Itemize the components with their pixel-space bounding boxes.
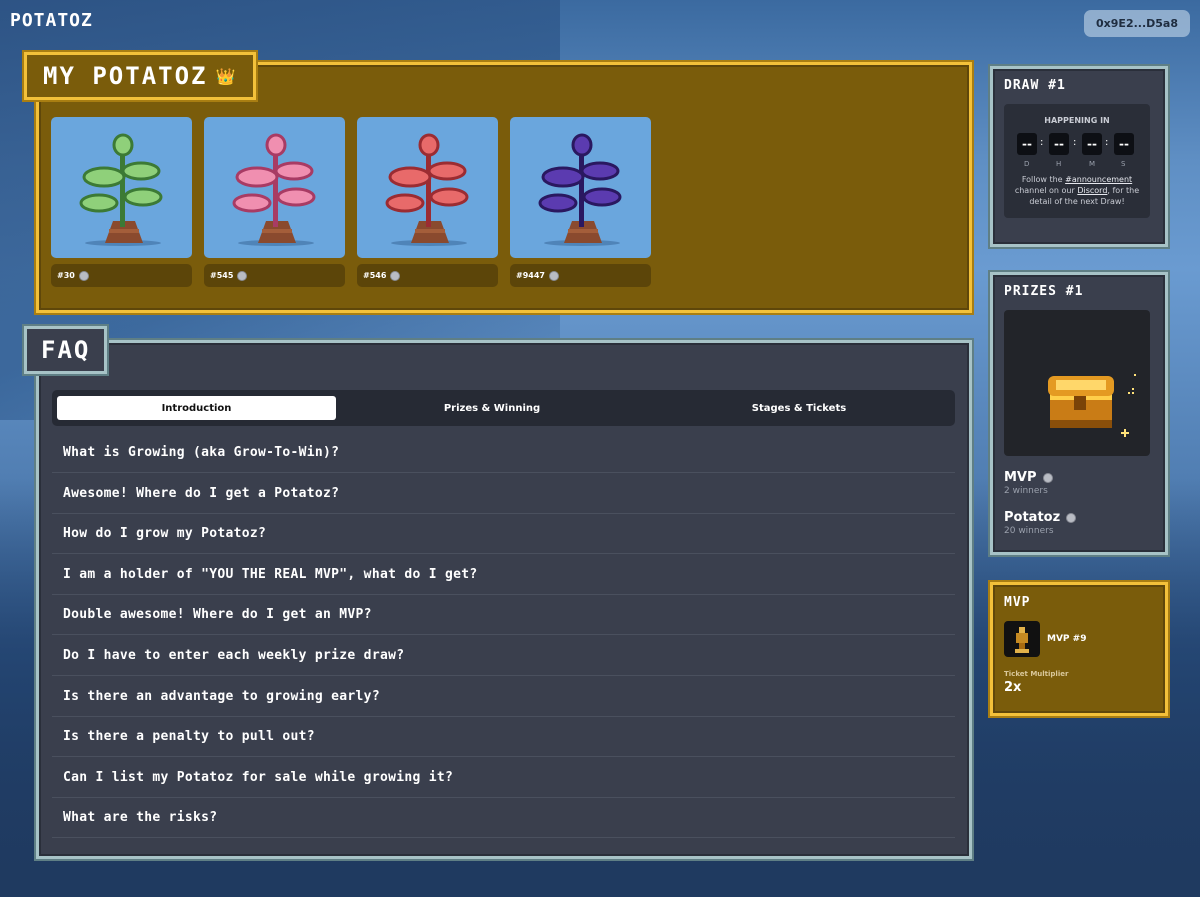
unit-hours: H	[1056, 160, 1062, 168]
sprout-icon	[79, 133, 163, 246]
countdown-hours: --	[1049, 133, 1069, 155]
potatoz-id: #546	[363, 271, 387, 280]
unit-days: D	[1024, 160, 1030, 168]
faq-question[interactable]: What is Growing (aka Grow-To-Win)?	[52, 433, 955, 473]
discord-link[interactable]: Discord	[1077, 186, 1107, 195]
ticket-multiplier-label: Ticket Multiplier	[1004, 670, 1069, 678]
wallet-address-button[interactable]: 0x9E2...D5a8	[1084, 10, 1190, 37]
faq-question[interactable]: Double awesome! Where do I get an MVP?	[52, 595, 955, 636]
faq-question[interactable]: Can I list my Potatoz for sale while gro…	[52, 758, 955, 798]
my-potatoz-title-tab: MY POTATOZ 👑	[24, 52, 257, 100]
draw-title: DRAW #1	[1004, 78, 1066, 93]
potatoz-id: #30	[57, 271, 75, 280]
ticket-multiplier-value: 2x	[1004, 680, 1022, 695]
potatoz-image[interactable]	[510, 117, 651, 258]
happening-in-label: HAPPENING IN	[1044, 116, 1110, 125]
treasure-chest-icon	[1048, 374, 1136, 437]
unit-seconds: S	[1121, 160, 1126, 168]
prize-potatoz-name: Potatoz	[1004, 510, 1077, 525]
tab-introduction[interactable]: Introduction	[57, 396, 336, 420]
my-potatoz-title: MY POTATOZ	[43, 62, 208, 90]
sprout-icon	[385, 133, 469, 246]
draw-note-text: channel on our	[1014, 186, 1075, 195]
trophy-icon	[1015, 627, 1029, 653]
prize-image-box	[1004, 310, 1150, 456]
potatoz-card[interactable]: #9447	[510, 117, 651, 287]
app-logo[interactable]: POTATOZ	[10, 10, 93, 31]
mvp-item-name: MVP #9	[1047, 634, 1087, 644]
countdown-separator: :	[1040, 137, 1044, 148]
potatoz-caption: #9447	[510, 264, 651, 287]
sprout-icon	[232, 133, 316, 246]
potatoz-card[interactable]: #545	[204, 117, 345, 287]
countdown-seconds: --	[1114, 133, 1134, 155]
countdown-minutes: --	[1082, 133, 1102, 155]
mvp-thumbnail[interactable]	[1004, 621, 1040, 657]
faq-question[interactable]: Awesome! Where do I get a Potatoz?	[52, 474, 955, 514]
faq-tab-bar: Introduction Prizes & Winning Stages & T…	[52, 390, 955, 426]
prize-name: Potatoz	[1004, 510, 1061, 525]
faq-question[interactable]: How do I grow my Potatoz?	[52, 514, 955, 555]
unit-minutes: M	[1089, 160, 1096, 168]
potatoz-image[interactable]	[51, 117, 192, 258]
faq-question[interactable]: Do I have to enter each weekly prize dra…	[52, 636, 955, 676]
mvp-title: MVP	[1004, 595, 1031, 610]
coin-icon	[1042, 472, 1053, 483]
tab-stages-tickets[interactable]: Stages & Tickets	[648, 396, 950, 420]
coin-icon	[1066, 512, 1077, 523]
coin-icon	[237, 270, 248, 281]
prize-name: MVP	[1004, 470, 1037, 485]
potatoz-card[interactable]: #30	[51, 117, 192, 287]
crown-icon: 👑	[215, 66, 238, 86]
announcement-link[interactable]: #announcement	[1065, 175, 1132, 184]
potatoz-id: #545	[210, 271, 234, 280]
potatoz-image[interactable]	[204, 117, 345, 258]
coin-icon	[78, 270, 89, 281]
potatoz-card[interactable]: #546	[357, 117, 498, 287]
countdown-separator: :	[1105, 137, 1109, 148]
tab-prizes-winning[interactable]: Prizes & Winning	[342, 396, 642, 420]
coin-icon	[548, 270, 559, 281]
countdown-days: --	[1017, 133, 1037, 155]
prize-mvp-winners: 2 winners	[1004, 486, 1048, 496]
prize-mvp-name: MVP	[1004, 470, 1053, 485]
faq-question[interactable]: I am a holder of "YOU THE REAL MVP", wha…	[52, 555, 955, 595]
potatoz-caption: #30	[51, 264, 192, 287]
faq-title: FAQ	[41, 336, 91, 364]
sprout-icon	[538, 133, 622, 246]
coin-icon	[390, 270, 401, 281]
prizes-title: PRIZES #1	[1004, 284, 1084, 299]
potatoz-image[interactable]	[357, 117, 498, 258]
faq-question[interactable]: Is there an advantage to growing early?	[52, 677, 955, 717]
faq-question[interactable]: What are the risks?	[52, 798, 955, 839]
faq-question[interactable]: Is there a penalty to pull out?	[52, 717, 955, 758]
potatoz-caption: #545	[204, 264, 345, 287]
prize-potatoz-winners: 20 winners	[1004, 526, 1054, 536]
draw-note: Follow the #announcement channel on our …	[1010, 174, 1144, 207]
draw-note-text: Follow the	[1021, 175, 1063, 184]
faq-title-tab: FAQ	[24, 326, 108, 374]
potatoz-id: #9447	[516, 271, 545, 280]
potatoz-caption: #546	[357, 264, 498, 287]
countdown-separator: :	[1073, 137, 1077, 148]
